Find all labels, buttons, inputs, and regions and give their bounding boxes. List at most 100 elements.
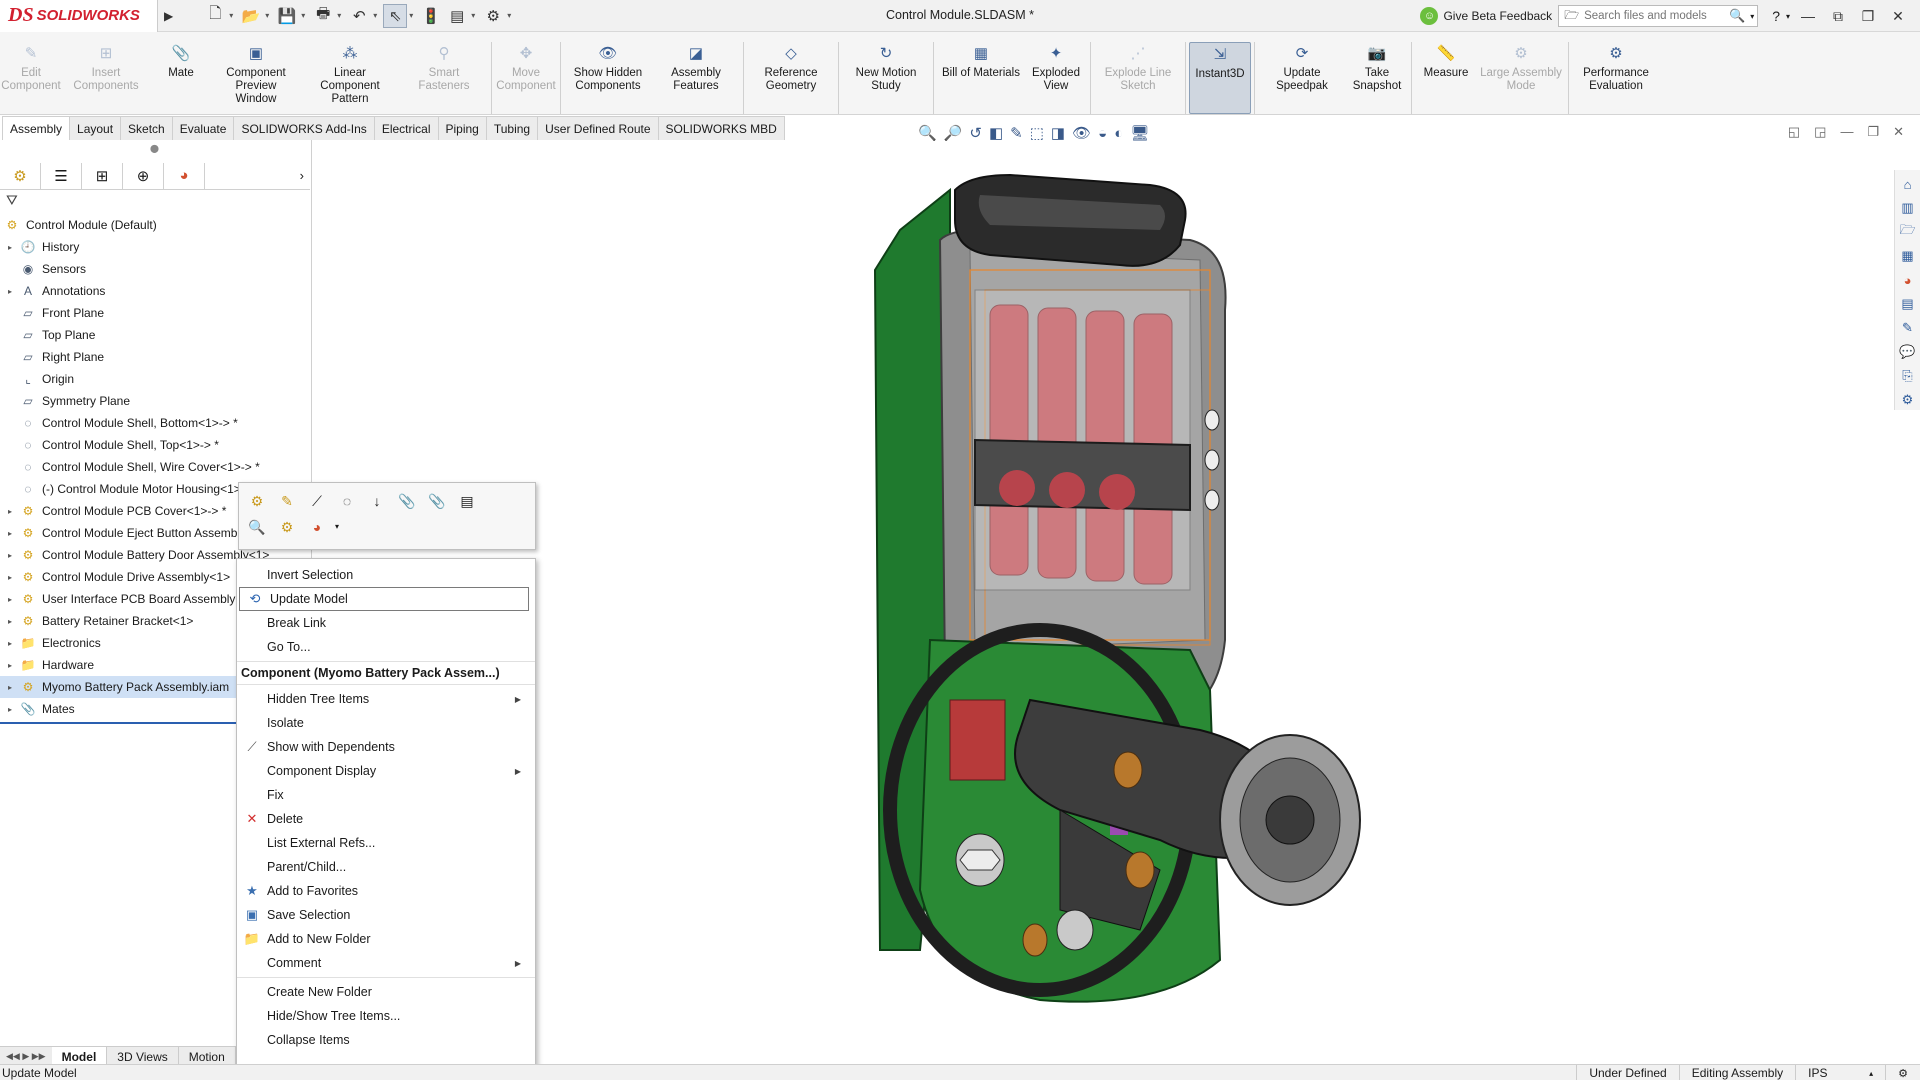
change-transparency-icon[interactable]: ◌ — [335, 490, 359, 512]
custom-properties-icon[interactable]: ▤ — [1898, 294, 1918, 314]
ribbon-button-move-component[interactable]: ✥ Move Component — [495, 42, 557, 114]
display-manager-tab-icon[interactable]: ◕ — [164, 162, 205, 189]
select-pointer-icon[interactable]: ⇖ — [383, 3, 408, 28]
ribbon-button-instant3d[interactable]: ⇲ Instant3D — [1189, 42, 1251, 114]
tree-root[interactable]: ⚙ Control Module (Default) — [0, 214, 312, 236]
ribbon-button-update-speedpak[interactable]: ⟳ Update Speedpak — [1258, 42, 1346, 114]
units-selector[interactable]: IPS ▴ — [1795, 1065, 1885, 1080]
undo-icon[interactable]: ↶ — [347, 4, 371, 28]
expand-arrow-icon[interactable]: ▸ — [4, 705, 16, 714]
ribbon-button-explode-line-sketch[interactable]: ⋰ Explode Line Sketch — [1094, 42, 1182, 114]
help-dropdown-icon[interactable]: ▾ — [1786, 12, 1790, 21]
properties-dropdown-icon[interactable]: ▾ — [471, 11, 479, 20]
tree-item[interactable]: ▱ Symmetry Plane — [0, 390, 312, 412]
tab-assembly[interactable]: Assembly — [2, 116, 71, 140]
menu-item-go-to[interactable]: Go To... — [237, 635, 535, 659]
expand-arrow-icon[interactable]: ▸ — [4, 617, 16, 626]
options-gear-icon[interactable]: ⚙ — [481, 4, 505, 28]
expand-arrow-icon[interactable]: ▸ — [4, 507, 16, 516]
solidworks-resources-icon[interactable]: ⌂ — [1898, 174, 1918, 194]
expand-arrow-icon[interactable]: ▸ — [4, 639, 16, 648]
menu-item-parent-child[interactable]: Parent/Child... — [237, 855, 535, 879]
close-icon[interactable]: ✕ — [1886, 8, 1910, 25]
new-dropdown-icon[interactable]: ▾ — [229, 11, 237, 20]
panel-expand-icon[interactable]: › — [300, 168, 304, 183]
rebuild-status-icon[interactable]: ⚙ — [1885, 1065, 1920, 1080]
viewport-minimize-icon[interactable]: — — [1840, 124, 1853, 140]
tree-item[interactable]: ◌ Control Module Shell, Top<1>-> * — [0, 434, 312, 456]
menu-item-delete[interactable]: ✕ Delete — [237, 807, 535, 831]
menu-item-hide-show-tree-items[interactable]: Hide/Show Tree Items... — [237, 1004, 535, 1028]
tab-layout[interactable]: Layout — [69, 116, 122, 140]
mate-paperclip-icon[interactable]: 📎 — [395, 490, 419, 512]
edit-assembly-icon[interactable]: ✎ — [275, 490, 299, 512]
help-icon[interactable]: ? — [1772, 8, 1780, 24]
tab-user-defined-route[interactable]: User Defined Route — [537, 116, 659, 140]
tree-item[interactable]: ▸ A Annotations — [0, 280, 312, 302]
tree-item[interactable]: ▱ Top Plane — [0, 324, 312, 346]
hide-show-items-icon[interactable]: 👁 — [1072, 124, 1091, 142]
ribbon-button-mate[interactable]: 📎 Mate — [150, 42, 212, 114]
display-style-icon[interactable]: ◨ — [1051, 124, 1065, 142]
search-input[interactable] — [1584, 10, 1725, 22]
zoom-to-selection-icon[interactable]: 🔍 — [245, 516, 269, 538]
filter-icon[interactable]: ⛛ — [6, 192, 18, 209]
expand-arrow-icon[interactable]: ▸ — [4, 243, 16, 252]
tab-sketch[interactable]: Sketch — [120, 116, 173, 140]
expand-arrow-icon[interactable]: ▸ — [4, 529, 16, 538]
view-palette-icon[interactable]: ▦ — [1898, 246, 1918, 266]
property-manager-tab-icon[interactable]: ☰ — [41, 162, 82, 189]
menu-item-hidden-tree-items[interactable]: Hidden Tree Items ▶ — [237, 687, 535, 711]
minimize-icon[interactable]: — — [1796, 8, 1820, 24]
print-dropdown-icon[interactable]: ▾ — [337, 11, 345, 20]
tab-electrical[interactable]: Electrical — [373, 116, 439, 140]
ribbon-button-bill-of-materials[interactable]: ▦ Bill of Materials — [937, 42, 1025, 114]
select-dropdown-icon[interactable]: ▾ — [409, 11, 417, 20]
chat-icon[interactable]: 💬 — [1898, 342, 1918, 362]
expand-arrow-icon[interactable]: ▸ — [4, 551, 16, 560]
configuration-manager-tab-icon[interactable]: ⊞ — [82, 162, 123, 189]
feature-manager-tab-icon[interactable]: ⚙ — [0, 162, 41, 189]
menu-item-comment[interactable]: Comment ▶ — [237, 951, 535, 975]
restore-icon[interactable]: ❐ — [1856, 8, 1880, 25]
tile-icon[interactable]: ⧉ — [1826, 8, 1850, 25]
viewport-close-icon[interactable]: ✕ — [1893, 124, 1904, 140]
expand-arrow-icon[interactable]: ▸ — [4, 573, 16, 582]
save-icon[interactable]: 💾 — [275, 4, 299, 28]
ribbon-button-insert-components[interactable]: ⊞ Insert Components — [62, 42, 150, 114]
tab-solidworks-add-ins[interactable]: SOLIDWORKS Add-Ins — [233, 116, 375, 140]
hide-components-icon[interactable]: ⟋ — [305, 490, 329, 512]
zoom-to-fit-icon[interactable]: 🔍 — [918, 124, 937, 142]
tree-item[interactable]: ⌞ Origin — [0, 368, 312, 390]
ribbon-button-large-assembly-mode[interactable]: ⚙ Large Assembly Mode — [1477, 42, 1565, 114]
expand-arrow-icon[interactable]: ▸ — [4, 287, 16, 296]
menu-item-show-with-dependents[interactable]: ⟋ Show with Dependents — [237, 735, 535, 759]
rebuild-component-icon[interactable]: ⚙ — [275, 516, 299, 538]
menu-item-update-model[interactable]: ⟲ Update Model — [239, 587, 529, 611]
tab-tubing[interactable]: Tubing — [485, 116, 539, 140]
assembly-3d-model[interactable] — [860, 170, 1440, 1020]
component-properties-icon[interactable]: ▤ — [455, 490, 479, 512]
forum-icon[interactable]: ✎ — [1898, 318, 1918, 338]
appearance-icon[interactable]: ◕ — [305, 516, 329, 538]
expand-arrow-icon[interactable]: ▸ — [4, 661, 16, 670]
ribbon-button-edit-component[interactable]: ✎ Edit Component — [0, 42, 62, 114]
save-dropdown-icon[interactable]: ▾ — [301, 11, 309, 20]
new-document-icon[interactable]: 🗋 — [203, 4, 227, 28]
file-properties-icon[interactable]: ▤ — [445, 4, 469, 28]
view-settings-icon[interactable]: 🖥 — [1130, 124, 1149, 142]
solidworks-logo[interactable]: DS SOLIDWORKS — [0, 0, 158, 32]
tree-item[interactable]: ▱ Front Plane — [0, 302, 312, 324]
ribbon-button-assembly-features[interactable]: ◪ Assembly Features — [652, 42, 740, 114]
undo-dropdown-icon[interactable]: ▾ — [373, 11, 381, 20]
ribbon-button-show-hidden-components[interactable]: 👁 Show Hidden Components — [564, 42, 652, 114]
tab-scroll-arrows-icon[interactable]: ◀◀ ▶ ▶▶ — [0, 1051, 52, 1062]
viewport-restore-icon[interactable]: ❐ — [1867, 124, 1879, 140]
menu-item-create-new-folder[interactable]: Create New Folder — [237, 980, 535, 1004]
print-icon[interactable]: 🖶 — [311, 4, 335, 28]
ribbon-button-take-snapshot[interactable]: 📷 Take Snapshot — [1346, 42, 1408, 114]
appearances-icon[interactable]: ◕ — [1898, 270, 1918, 290]
tree-item[interactable]: ▸ 🕘 History — [0, 236, 312, 258]
panel-splitter-handle[interactable]: ⬤ — [150, 144, 159, 153]
ribbon-button-performance-evaluation[interactable]: ⚙ Performance Evaluation — [1572, 42, 1660, 114]
